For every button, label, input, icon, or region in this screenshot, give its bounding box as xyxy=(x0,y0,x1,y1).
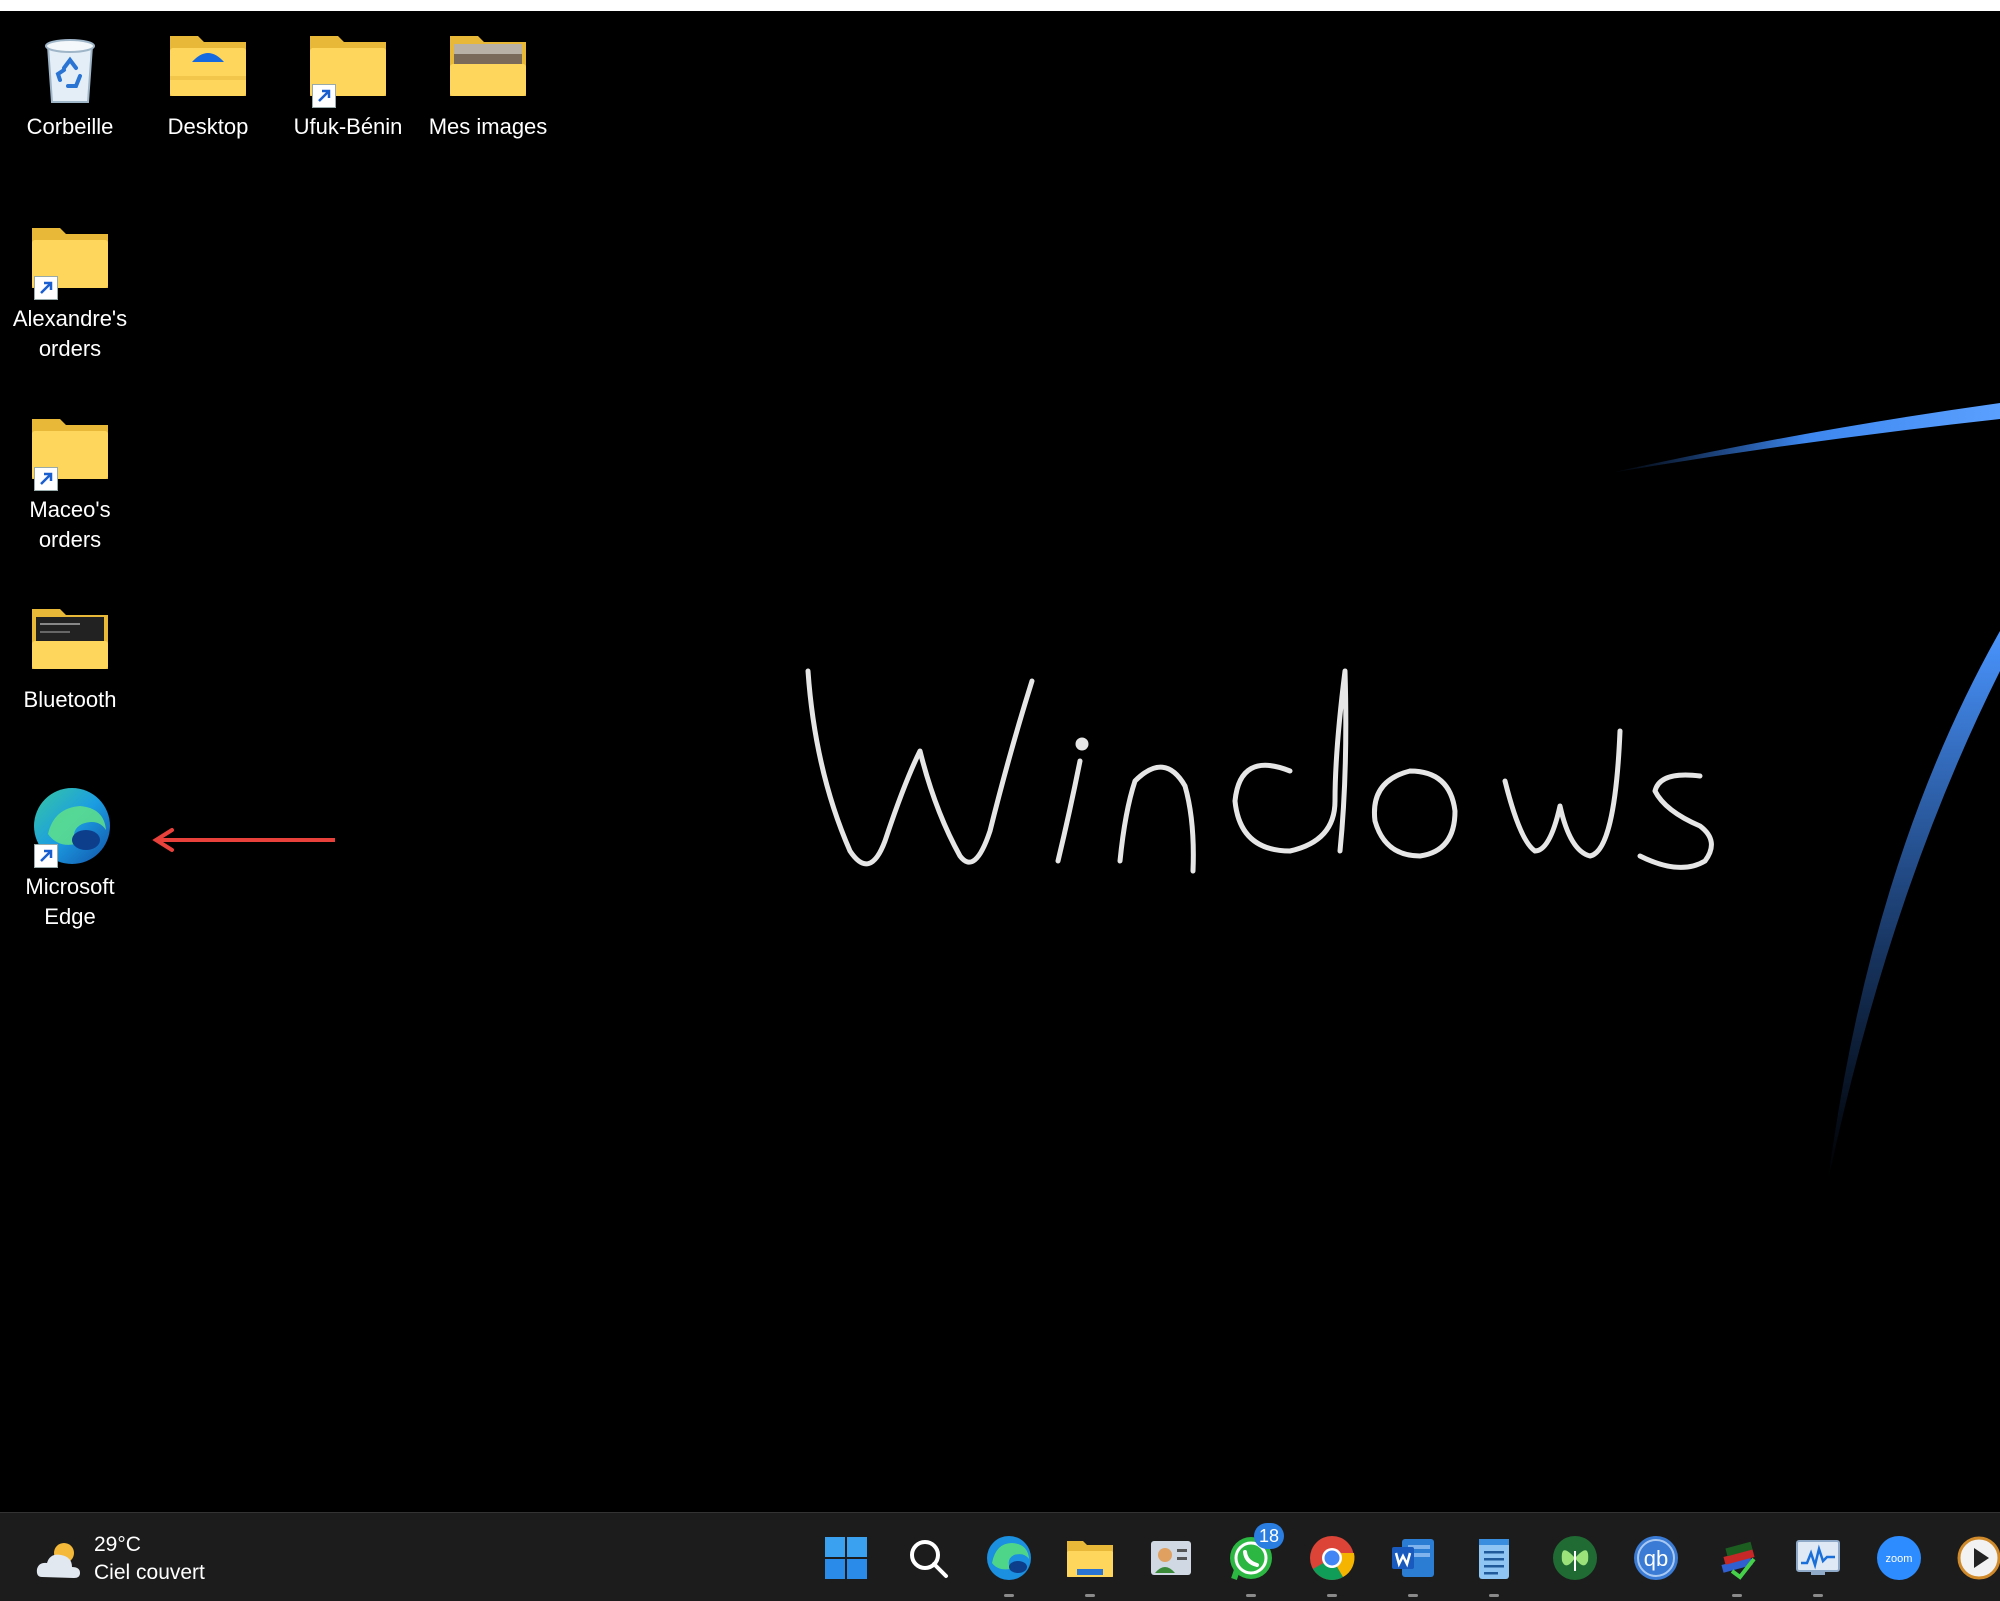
desktop-icon-mes-images[interactable]: Mes images xyxy=(418,24,558,142)
running-indicator xyxy=(1327,1594,1337,1597)
folder-icon xyxy=(166,24,250,108)
wallpaper xyxy=(805,403,2000,1181)
desktop-icon-microsoft-edge[interactable]: Microsoft Edge xyxy=(0,784,140,932)
weather-condition: Ciel couvert xyxy=(94,1561,205,1584)
butterfly-icon xyxy=(1553,1536,1597,1580)
word-app[interactable] xyxy=(1386,1531,1440,1597)
edge-icon xyxy=(987,1536,1031,1580)
folder-shortcut-icon xyxy=(28,216,112,300)
weather-widget[interactable]: 29°C Ciel couvert xyxy=(34,1531,294,1587)
chrome-app[interactable] xyxy=(1305,1531,1359,1597)
running-indicator xyxy=(1004,1594,1014,1597)
monitor-icon xyxy=(1796,1540,1840,1575)
running-indicator xyxy=(1408,1594,1418,1597)
notification-badge: 18 xyxy=(1254,1523,1284,1549)
desktop-icon-label: Microsoft Edge xyxy=(25,874,115,929)
desktop-icon-label: Maceo's orders xyxy=(29,497,111,552)
running-indicator xyxy=(1732,1594,1742,1597)
word-icon xyxy=(1392,1539,1434,1577)
contacts-icon xyxy=(1151,1541,1191,1575)
folder-shortcut-icon xyxy=(306,24,390,108)
start-button[interactable] xyxy=(819,1531,873,1585)
books-icon xyxy=(1721,1541,1756,1580)
desktop-icon-label: Desktop xyxy=(167,114,249,139)
cloud-sun-icon xyxy=(36,1543,80,1578)
file-explorer-app[interactable] xyxy=(1063,1531,1117,1597)
recycle-bin-icon xyxy=(28,24,112,108)
notepad-icon xyxy=(1479,1539,1509,1579)
desktop-icon-label: Bluetooth xyxy=(23,687,117,712)
desktop-icon-label: Ufuk-Bénin xyxy=(293,114,403,139)
running-indicator xyxy=(1489,1594,1499,1597)
whatsapp-app[interactable]: 18 xyxy=(1224,1523,1284,1597)
zoom-icon: zoom xyxy=(1877,1536,1921,1580)
desktop-icon-alexandres-orders[interactable]: Alexandre's orders xyxy=(0,216,140,364)
running-indicator xyxy=(1813,1594,1823,1597)
butterfly-app[interactable] xyxy=(1548,1531,1602,1585)
zoom-app[interactable]: zoom xyxy=(1872,1531,1926,1585)
folder-icon xyxy=(1067,1541,1113,1577)
notepad-app[interactable] xyxy=(1467,1531,1521,1597)
zoom-logo-text: zoom xyxy=(1886,1553,1913,1565)
search-button[interactable] xyxy=(901,1531,955,1585)
folder-icon xyxy=(28,597,112,681)
resource-monitor-app[interactable] xyxy=(1791,1531,1845,1597)
qbittorrent-icon: qb xyxy=(1634,1536,1678,1580)
edge-icon xyxy=(28,784,112,868)
edge-app[interactable] xyxy=(982,1531,1036,1597)
shortcut-arrow-icon xyxy=(34,276,58,300)
qbittorrent-app[interactable]: qb xyxy=(1629,1531,1683,1585)
chrome-icon xyxy=(1310,1536,1355,1580)
pictures-folder-icon xyxy=(446,24,530,108)
desktop-icon-recycle-bin[interactable]: Corbeille xyxy=(0,24,140,142)
windows-script-logo xyxy=(805,668,1714,874)
taskbar: 29°C Ciel couvert 18 qb zoom xyxy=(0,1512,2000,1601)
svg-text:qb: qb xyxy=(1644,1546,1668,1571)
media-player-app[interactable] xyxy=(1952,1531,2000,1585)
desktop-icon-desktop[interactable]: Desktop xyxy=(138,24,278,142)
shortcut-arrow-icon xyxy=(34,844,58,868)
shortcut-arrow-icon xyxy=(34,467,58,491)
desktop-icon-ufuk-benin[interactable]: Ufuk-Bénin xyxy=(278,24,418,142)
windows-logo-icon xyxy=(825,1537,867,1579)
books-app[interactable] xyxy=(1710,1531,1764,1597)
top-border xyxy=(0,0,2000,11)
running-indicator xyxy=(1246,1594,1256,1597)
weather-temperature: 29°C xyxy=(94,1533,141,1556)
desktop-icon-maceos-orders[interactable]: Maceo's orders xyxy=(0,407,140,555)
annotation-arrow xyxy=(152,828,335,852)
contacts-app[interactable] xyxy=(1143,1531,1197,1585)
blue-swoosh-lower xyxy=(1828,631,2000,1181)
desktop-icon-bluetooth[interactable]: Bluetooth xyxy=(0,597,140,715)
running-indicator xyxy=(1085,1594,1095,1597)
blue-swoosh-upper xyxy=(1610,403,2000,473)
play-icon xyxy=(1957,1536,2000,1580)
desktop-icon-label: Mes images xyxy=(428,114,548,139)
desktop-icon-label: Corbeille xyxy=(26,114,114,139)
search-icon xyxy=(910,1540,948,1578)
folder-shortcut-icon xyxy=(28,407,112,491)
desktop-icon-label: Alexandre's orders xyxy=(12,306,128,361)
shortcut-arrow-icon xyxy=(312,84,336,108)
